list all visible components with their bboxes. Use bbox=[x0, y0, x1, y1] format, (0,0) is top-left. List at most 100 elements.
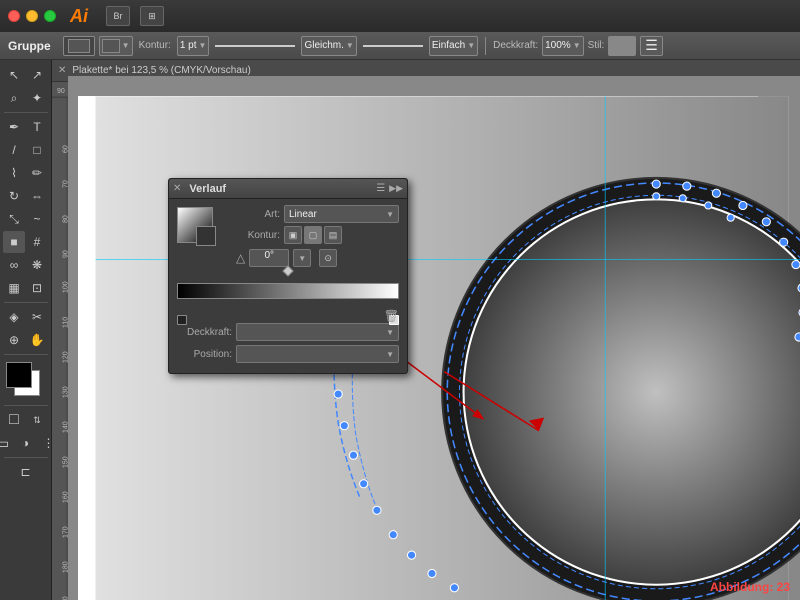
menu-bar: Gruppe ▼ Kontur: 1 pt ▼ Gleichm. ▼ Einfa… bbox=[0, 32, 800, 60]
panel-collapse-icon[interactable]: ▶▶ bbox=[389, 183, 403, 194]
deckkraft-value: 100% bbox=[545, 40, 571, 51]
angle-input[interactable]: 0° bbox=[249, 249, 289, 267]
panel-menu-icon[interactable]: ☰ bbox=[376, 183, 385, 194]
app-logo: Ai bbox=[70, 6, 88, 27]
zoom-tool[interactable]: ⊕ bbox=[3, 329, 25, 351]
kontur-value-select[interactable]: 1 pt ▼ bbox=[177, 36, 210, 56]
scissors-tool[interactable]: ✂ bbox=[26, 306, 48, 328]
figure-caption: Abbildung: 23 bbox=[710, 580, 790, 594]
group-label: Gruppe bbox=[8, 39, 51, 53]
gradient-stop-left[interactable] bbox=[177, 315, 187, 325]
eraser-tool[interactable]: ◈ bbox=[3, 306, 25, 328]
svg-text:90: 90 bbox=[57, 88, 65, 95]
stil-label: Stil: bbox=[588, 40, 605, 51]
delete-stop-icon[interactable]: 🗑 bbox=[384, 309, 399, 323]
angle-icon: △ bbox=[236, 251, 245, 265]
gradient-preview-box[interactable] bbox=[177, 207, 213, 243]
kontur-value: 1 pt bbox=[180, 40, 197, 51]
angle-dropdown: ▼ bbox=[298, 254, 306, 263]
minimize-button[interactable] bbox=[26, 10, 38, 22]
doc-title: Plakette* bei 123,5 % (CMYK/Vorschau) bbox=[72, 65, 250, 76]
rotate-tool[interactable]: ↻ bbox=[3, 185, 25, 207]
close-button[interactable] bbox=[8, 10, 20, 22]
stroke-icon-3[interactable]: ▤ bbox=[324, 226, 342, 244]
extra-menu-btn[interactable]: ☰ bbox=[640, 36, 663, 56]
deckkraft-dropdown: ▼ bbox=[386, 328, 394, 337]
position-row: Position: ▼ bbox=[177, 345, 399, 363]
gradient-midpoint-handle[interactable] bbox=[282, 265, 293, 276]
column-graph-tool[interactable]: ▦ bbox=[3, 277, 25, 299]
stroke-icon-1[interactable]: ▣ bbox=[284, 226, 302, 244]
pen-tool[interactable]: ✒ bbox=[3, 116, 25, 138]
foreground-color-swatch[interactable] bbox=[6, 362, 32, 388]
lasso-tool[interactable]: ⌕ bbox=[3, 87, 25, 109]
line-preview bbox=[215, 45, 295, 47]
doc-area: ↖ ↗ ⌕ ✦ ✒ T / □ ⌇ ✏ ↻ ⇔ ⤡ ~ ■ # bbox=[0, 60, 800, 600]
type-tool[interactable]: T bbox=[26, 116, 48, 138]
panel-close-btn[interactable]: ✕ bbox=[173, 183, 181, 194]
position-label: Position: bbox=[177, 349, 232, 360]
gradient-panel: ✕ Verlauf ☰ ▶▶ Art: Linear bbox=[168, 178, 408, 374]
line-preview2 bbox=[363, 45, 423, 47]
direct-select-tool[interactable]: ↗ bbox=[26, 64, 48, 86]
reverse-gradient-btn[interactable]: ⊙ bbox=[319, 249, 337, 267]
angle-row: △ 0° ▼ ⊙ bbox=[177, 249, 399, 267]
kontur-label: Kontur: bbox=[139, 40, 171, 51]
slice-tool[interactable]: ⊡ bbox=[26, 277, 48, 299]
deckkraft-panel-label: Deckkraft: bbox=[177, 327, 232, 338]
stroke-color-btn[interactable] bbox=[63, 36, 95, 56]
art-value: Linear bbox=[289, 209, 317, 220]
kontur-panel-label: Kontur: bbox=[225, 230, 280, 241]
gradient-tool[interactable]: ■ bbox=[3, 231, 25, 253]
line-style1-select[interactable]: Gleichm. ▼ bbox=[301, 36, 356, 56]
deckkraft-select[interactable]: 100% ▼ bbox=[542, 36, 584, 56]
doc-close-btn[interactable]: ✕ bbox=[58, 65, 66, 76]
maximize-button[interactable] bbox=[44, 10, 56, 22]
br-icon[interactable]: Br bbox=[106, 6, 130, 26]
position-dropdown: ▼ bbox=[386, 350, 394, 359]
gradient-bar-area: 🗑 bbox=[177, 273, 399, 317]
line-style2-select[interactable]: Einfach ▼ bbox=[429, 36, 478, 56]
blend-tool[interactable]: ∞ bbox=[3, 254, 25, 276]
pencil-tool[interactable]: ✏ bbox=[26, 162, 48, 184]
stroke-icon-2[interactable]: ▢ bbox=[304, 226, 322, 244]
deckkraft-panel-select[interactable]: ▼ bbox=[236, 323, 399, 341]
line-style1-label: Gleichm. bbox=[304, 40, 343, 51]
angle-select[interactable]: ▼ bbox=[293, 249, 311, 267]
warp-tool[interactable]: ~ bbox=[26, 208, 48, 230]
deckkraft-row: Deckkraft: ▼ bbox=[177, 323, 399, 341]
normal-mode-btn[interactable]: ▭ bbox=[0, 432, 14, 454]
art-dropdown-arrow: ▼ bbox=[386, 210, 394, 219]
art-label: Art: bbox=[225, 209, 280, 220]
panel-body: Art: Linear ▼ Kontur: ▣ ▢ ▤ bbox=[169, 199, 407, 373]
gradient-bar[interactable] bbox=[177, 283, 399, 299]
grid-icon[interactable]: ⊞ bbox=[140, 6, 164, 26]
gradient-secondary-swatch[interactable] bbox=[196, 226, 216, 246]
line-tool[interactable]: / bbox=[3, 139, 25, 161]
reflect-tool[interactable]: ⇔ bbox=[26, 185, 48, 207]
stroke-style-select[interactable]: ▼ bbox=[99, 36, 133, 56]
select-tool[interactable]: ↖ bbox=[3, 64, 25, 86]
stil-preview-btn[interactable] bbox=[608, 36, 636, 56]
swap-colors-btn[interactable]: ⇅ bbox=[26, 409, 48, 431]
screen-mode-btn[interactable]: ⊏ bbox=[15, 461, 37, 483]
scale-tool[interactable]: ⤡ bbox=[3, 208, 25, 230]
paintbrush-tool[interactable]: ⌇ bbox=[3, 162, 25, 184]
panel-titlebar: ✕ Verlauf ☰ ▶▶ bbox=[169, 179, 407, 199]
gradient-mode-btn[interactable]: ◑ bbox=[15, 432, 37, 454]
symbol-tool[interactable]: ❋ bbox=[26, 254, 48, 276]
fill-none-btn[interactable]: □ bbox=[3, 409, 25, 431]
art-select[interactable]: Linear ▼ bbox=[284, 205, 399, 223]
position-panel-select[interactable]: ▼ bbox=[236, 345, 399, 363]
ruler-left: 60 70 80 90 100 110 120 130 140 150 160 … bbox=[52, 98, 68, 600]
panel-title: Verlauf bbox=[185, 183, 372, 195]
toolbar-left: ↖ ↗ ⌕ ✦ ✒ T / □ ⌇ ✏ ↻ ⇔ ⤡ ~ ■ # bbox=[0, 60, 52, 600]
magic-wand-tool[interactable]: ✦ bbox=[26, 87, 48, 109]
stroke-icons: ▣ ▢ ▤ bbox=[284, 226, 342, 244]
color-swatch-area bbox=[4, 362, 48, 402]
hand-tool[interactable]: ✋ bbox=[26, 329, 48, 351]
mesh-tool[interactable]: # bbox=[26, 231, 48, 253]
title-bar: Ai Br ⊞ bbox=[0, 0, 800, 32]
canvas-area: ✕ Plakette* bei 123,5 % (CMYK/Vorschau) … bbox=[52, 60, 800, 600]
shape-tool[interactable]: □ bbox=[26, 139, 48, 161]
